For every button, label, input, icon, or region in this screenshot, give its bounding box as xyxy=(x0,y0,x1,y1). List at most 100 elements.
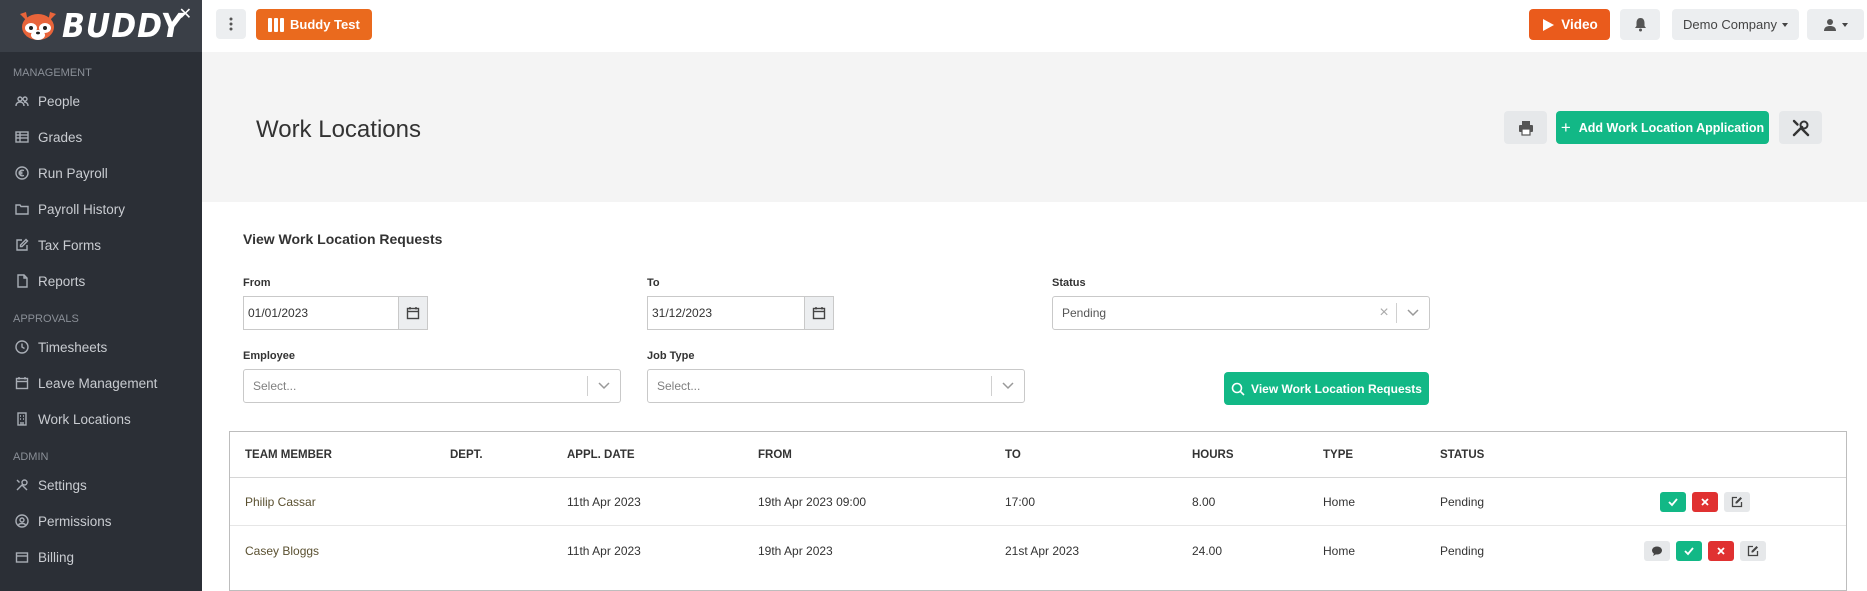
to-date-value[interactable]: 31/12/2023 xyxy=(648,297,805,329)
sidebar-item-label: Grades xyxy=(38,129,83,145)
sidebar-item-billing[interactable]: Billing xyxy=(0,539,202,575)
sidebar-item-work-locations[interactable]: Work Locations xyxy=(0,401,202,437)
reject-button[interactable] xyxy=(1692,492,1718,512)
clock-icon xyxy=(14,339,30,355)
table-header: TEAM MEMBER DEPT. APPL. DATE FROM TO HOU… xyxy=(230,432,1846,478)
calendar-icon xyxy=(14,375,30,391)
employee-select-placeholder: Select... xyxy=(253,379,297,393)
chevron-down-icon[interactable] xyxy=(992,382,1024,390)
requests-table: TEAM MEMBER DEPT. APPL. DATE FROM TO HOU… xyxy=(229,431,1847,591)
chevron-down-icon[interactable] xyxy=(1397,309,1429,317)
tools-button[interactable] xyxy=(1779,111,1822,144)
chevron-down-icon[interactable] xyxy=(588,382,620,390)
column-header[interactable]: STATUS xyxy=(1440,449,1484,461)
menu-kebab-button[interactable] xyxy=(216,9,246,39)
column-header[interactable]: DEPT. xyxy=(450,449,483,461)
sidebar-item-reports[interactable]: Reports xyxy=(0,263,202,299)
user-icon xyxy=(1824,18,1836,31)
video-button[interactable]: Video xyxy=(1529,9,1610,40)
comment-button[interactable] xyxy=(1644,541,1670,561)
from-calendar-button[interactable] xyxy=(399,297,427,329)
from-date-value[interactable]: 01/01/2023 xyxy=(244,297,399,329)
team-member-cell[interactable]: Philip Cassar xyxy=(245,495,316,509)
play-icon xyxy=(1543,18,1555,31)
notifications-button[interactable] xyxy=(1620,9,1660,40)
sidebar-item-timesheets[interactable]: Timesheets xyxy=(0,329,202,365)
company-dropdown[interactable]: Demo Company xyxy=(1672,9,1799,40)
edit-button[interactable] xyxy=(1740,541,1766,561)
column-header[interactable]: APPL. DATE xyxy=(567,449,635,461)
reject-button[interactable] xyxy=(1708,541,1734,561)
app-switch-button[interactable]: Buddy Test xyxy=(256,9,372,40)
job-type-label: Job Type xyxy=(647,350,695,362)
status-label: Status xyxy=(1052,277,1086,289)
billing-icon xyxy=(14,549,30,565)
column-header[interactable]: HOURS xyxy=(1192,449,1234,461)
columns-icon xyxy=(268,17,284,32)
kebab-icon xyxy=(229,17,233,31)
sidebar-item-leave-management[interactable]: Leave Management xyxy=(0,365,202,401)
view-requests-button[interactable]: View Work Location Requests xyxy=(1224,372,1429,405)
status-select-value: Pending xyxy=(1062,306,1107,320)
status-select[interactable]: Pending × xyxy=(1052,296,1430,330)
type-cell: Home xyxy=(1323,495,1356,509)
grades-icon xyxy=(14,129,30,145)
team-member-cell[interactable]: Casey Bloggs xyxy=(245,544,319,558)
people-icon xyxy=(14,93,30,109)
approve-button[interactable] xyxy=(1660,492,1686,512)
sidebar-item-tax-forms[interactable]: Tax Forms xyxy=(0,227,202,263)
status-cell: Pending xyxy=(1440,495,1485,509)
sidebar-item-settings[interactable]: Settings xyxy=(0,467,202,503)
calendar-icon xyxy=(812,307,826,320)
sidebar-item-people[interactable]: People xyxy=(0,83,202,119)
edit-button[interactable] xyxy=(1724,492,1750,512)
filters-title: View Work Location Requests xyxy=(243,231,443,247)
sidebar-item-run-payroll[interactable]: Run Payroll xyxy=(0,155,202,191)
sidebar-item-payroll-history[interactable]: Payroll History xyxy=(0,191,202,227)
to-cell: 21st Apr 2023 xyxy=(1005,544,1080,558)
print-button[interactable] xyxy=(1504,111,1547,144)
sidebar-item-label: People xyxy=(38,93,81,109)
printer-icon xyxy=(1518,120,1533,136)
sidebar-item-label: Payroll History xyxy=(38,201,126,217)
sidebar-item-permissions[interactable]: Permissions xyxy=(0,503,202,539)
tools-icon xyxy=(14,477,30,493)
caret-down-icon xyxy=(1781,22,1788,27)
employee-label: Employee xyxy=(243,350,295,362)
type-cell: Home xyxy=(1323,544,1356,558)
hours-cell: 8.00 xyxy=(1192,495,1216,509)
sidebar-item-label: Tax Forms xyxy=(38,237,102,253)
column-header[interactable]: FROM xyxy=(758,449,792,461)
column-header[interactable]: TEAM MEMBER xyxy=(245,449,332,461)
column-header[interactable]: TO xyxy=(1005,449,1021,461)
search-icon xyxy=(1231,382,1245,396)
to-calendar-button[interactable] xyxy=(805,297,833,329)
comment-icon xyxy=(1652,546,1662,556)
user-menu-button[interactable] xyxy=(1807,9,1864,40)
approve-button[interactable] xyxy=(1676,541,1702,561)
check-icon xyxy=(1684,547,1694,556)
edit-icon xyxy=(14,237,30,253)
add-work-location-button[interactable]: + Add Work Location Application xyxy=(1556,111,1769,144)
section-title-approvals: APPROVALS xyxy=(13,313,79,325)
folder-icon xyxy=(14,201,30,217)
job-type-select[interactable]: Select... xyxy=(647,369,1025,403)
company-label: Demo Company xyxy=(1683,17,1777,32)
edit-icon xyxy=(1731,496,1743,508)
logo-bar: BUDDY ✕ xyxy=(0,0,202,52)
column-header[interactable]: TYPE xyxy=(1323,449,1353,461)
sidebar-item-grades[interactable]: Grades xyxy=(0,119,202,155)
edit-icon xyxy=(1747,545,1759,557)
table-row: Casey Bloggs 11th Apr 2023 19th Apr 2023… xyxy=(230,527,1846,575)
to-date-input[interactable]: 31/12/2023 xyxy=(647,296,834,330)
document-icon xyxy=(14,273,30,289)
to-label: To xyxy=(647,277,660,289)
from-date-input[interactable]: 01/01/2023 xyxy=(243,296,428,330)
plus-icon: + xyxy=(1560,117,1571,137)
sidebar-item-label: Run Payroll xyxy=(38,165,108,181)
add-button-label: Add Work Location Application xyxy=(1578,120,1765,135)
sidebar-item-label: Leave Management xyxy=(38,375,158,391)
employee-select[interactable]: Select... xyxy=(243,369,621,403)
clear-icon[interactable]: × xyxy=(1372,304,1396,322)
close-sidebar-icon[interactable]: ✕ xyxy=(179,4,192,24)
